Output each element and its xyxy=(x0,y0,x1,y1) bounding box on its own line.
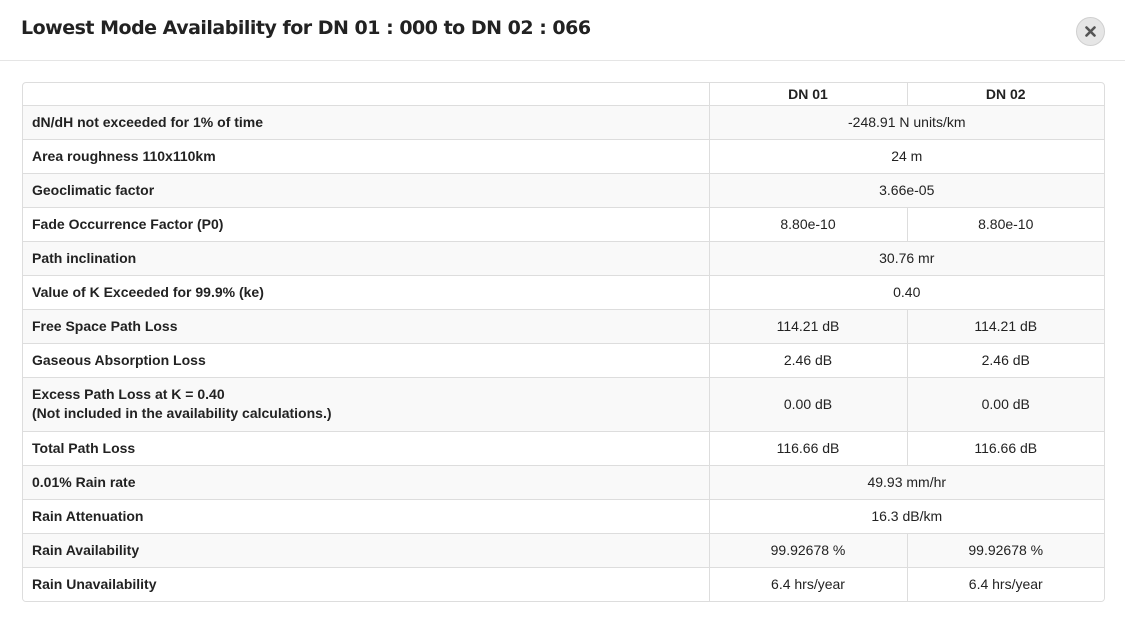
row-label: Fade Occurrence Factor (P0) xyxy=(23,206,709,241)
table-row: Gaseous Absorption Loss 2.46 dB 2.46 dB xyxy=(23,342,1104,377)
table-row: Rain Unavailability 6.4 hrs/year 6.4 hrs/y… xyxy=(23,566,1104,601)
row-label: Total Path Loss xyxy=(23,430,709,465)
row-label: Free Space Path Loss xyxy=(23,308,709,343)
table-row: Geoclimatic factor 3.66e-05 xyxy=(23,172,1104,207)
table-body: dN/dH not exceeded for 1% of time -248.91… xyxy=(23,104,1104,601)
row-label: Value of K Exceeded for 99.9% (ke) xyxy=(23,274,709,309)
header-dn01: DN 01 xyxy=(708,83,907,105)
table-row: Rain Attenuation 16.3 dB/km xyxy=(23,498,1104,533)
table-row: Area roughness 110x110km 24 m xyxy=(23,138,1104,173)
row-label: 0.01% Rain rate xyxy=(23,464,709,499)
row-value-dn01: 116.66 dB xyxy=(708,430,907,465)
row-value-dn02: 6.4 hrs/year xyxy=(906,566,1104,601)
row-label: Geoclimatic factor xyxy=(23,172,709,207)
row-label: Excess Path Loss at K = 0.40 (Not include… xyxy=(23,376,709,431)
row-label-text: Rain Attenuation xyxy=(32,507,144,524)
row-label-text: Value of K Exceeded for 99.9% (ke) xyxy=(32,283,264,300)
close-button[interactable] xyxy=(1076,17,1105,46)
row-label-text: Rain Unavailability xyxy=(32,575,157,592)
row-label: Area roughness 110x110km xyxy=(23,138,709,173)
row-value-dn02: 8.80e-10 xyxy=(906,206,1104,241)
row-sublabel-text: (Not included in the availability calcul… xyxy=(32,405,332,421)
row-label-text: Free Space Path Loss xyxy=(32,317,178,334)
row-value-dn02: 114.21 dB xyxy=(906,308,1104,343)
availability-table: DN 01 DN 02 dN/dH not exceeded for 1% of… xyxy=(22,82,1105,602)
row-value-merged: 3.66e-05 xyxy=(708,172,1104,207)
availability-modal: Lowest Mode Availability for DN 01 : 000… xyxy=(0,0,1125,621)
table-row: Fade Occurrence Factor (P0) 8.80e-10 8.80e… xyxy=(23,206,1104,241)
row-label: Gaseous Absorption Loss xyxy=(23,342,709,377)
row-label-text: Path inclination xyxy=(32,249,137,266)
row-label-text: Rain Availability xyxy=(32,541,140,558)
row-label-text: 0.01% Rain rate xyxy=(32,473,136,490)
row-value-merged: 49.93 mm/hr xyxy=(708,464,1104,499)
row-label: Rain Unavailability xyxy=(23,566,709,601)
row-value-dn01: 8.80e-10 xyxy=(708,206,907,241)
row-label: Path inclination xyxy=(23,240,709,275)
table-row: Excess Path Loss at K = 0.40 (Not include… xyxy=(23,376,1104,431)
table-row: 0.01% Rain rate 49.93 mm/hr xyxy=(23,464,1104,499)
row-label-text: Excess Path Loss at K = 0.40 xyxy=(32,386,225,402)
row-value-merged: 16.3 dB/km xyxy=(708,498,1104,533)
header-label-column xyxy=(23,83,709,105)
row-value-merged: 0.40 xyxy=(708,274,1104,309)
row-value-dn01: 114.21 dB xyxy=(708,308,907,343)
close-icon xyxy=(1085,26,1096,37)
row-value-dn02: 99.92678 % xyxy=(906,532,1104,567)
header-dn02: DN 02 xyxy=(906,83,1104,105)
row-label-text: Total Path Loss xyxy=(32,439,136,456)
row-value-dn02: 0.00 dB xyxy=(906,376,1104,431)
row-label: dN/dH not exceeded for 1% of time xyxy=(23,104,709,139)
row-value-dn02: 116.66 dB xyxy=(906,430,1104,465)
row-label-text: Fade Occurrence Factor (P0) xyxy=(32,215,224,232)
row-value-dn01: 2.46 dB xyxy=(708,342,907,377)
table-row: Rain Availability 99.92678 % 99.92678 % xyxy=(23,532,1104,567)
row-value-dn01: 0.00 dB xyxy=(708,376,907,431)
table-row: Total Path Loss 116.66 dB 116.66 dB xyxy=(23,430,1104,465)
row-label-text: Area roughness 110x110km xyxy=(32,147,216,164)
table-row: Path inclination 30.76 mr xyxy=(23,240,1104,275)
row-label: Rain Availability xyxy=(23,532,709,567)
row-value-merged: 24 m xyxy=(708,138,1104,173)
row-label-text: Gaseous Absorption Loss xyxy=(32,351,206,368)
table-row: Free Space Path Loss 114.21 dB 114.21 dB xyxy=(23,308,1104,343)
table-row: Value of K Exceeded for 99.9% (ke) 0.40 xyxy=(23,274,1104,309)
row-value-dn02: 2.46 dB xyxy=(906,342,1104,377)
row-value-dn01: 6.4 hrs/year xyxy=(708,566,907,601)
modal-title: Lowest Mode Availability for DN 01 : 000… xyxy=(21,17,591,39)
row-value-merged: 30.76 mr xyxy=(708,240,1104,275)
row-value-merged: -248.91 N units/km xyxy=(708,104,1104,139)
table-header-row: DN 01 DN 02 xyxy=(23,83,1104,105)
row-label-text: Geoclimatic factor xyxy=(32,181,155,198)
row-value-dn01: 99.92678 % xyxy=(708,532,907,567)
row-label-text: dN/dH not exceeded for 1% of time xyxy=(32,113,264,130)
row-label: Rain Attenuation xyxy=(23,498,709,533)
modal-header: Lowest Mode Availability for DN 01 : 000… xyxy=(0,0,1125,61)
table-row: dN/dH not exceeded for 1% of time -248.91… xyxy=(23,104,1104,139)
